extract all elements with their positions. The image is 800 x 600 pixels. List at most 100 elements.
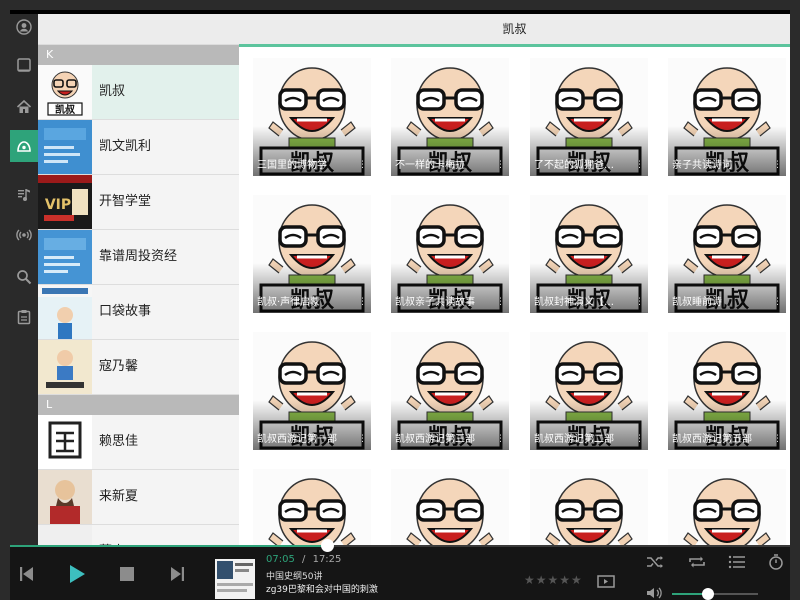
album-title: 凯叔西游记第五部	[672, 434, 752, 445]
album-title: 凯叔亲子共读故事	[395, 297, 475, 308]
artist-avatar	[38, 340, 92, 394]
album-card[interactable]: 凯叔凯叔·声律启蒙⋮	[253, 195, 371, 313]
artist-avatar: 凯叔	[38, 65, 92, 119]
clipboard-icon[interactable]	[10, 304, 38, 330]
more-icon[interactable]: ⋮	[635, 434, 644, 444]
more-icon[interactable]: ⋮	[635, 160, 644, 170]
more-icon[interactable]: ⋮	[773, 160, 782, 170]
album-card[interactable]: 凯叔	[391, 469, 509, 545]
artist-row[interactable]: 口袋故事	[38, 285, 239, 340]
album-title: 凯叔封神演义【…	[534, 297, 614, 308]
artist-avatar	[38, 120, 92, 174]
album-card[interactable]: 凯叔亲子共读诗词⋮	[668, 58, 786, 176]
skip-previous-icon[interactable]	[16, 563, 38, 585]
album-card[interactable]: 凯叔凯叔西游记第二部⋮	[530, 332, 648, 450]
album-card[interactable]: 凯叔凯叔西游记第一部⋮	[253, 332, 371, 450]
total-time: 17:25	[312, 554, 342, 565]
track-title: zg39巴黎和会对中国的刺激	[266, 585, 378, 595]
skip-next-icon[interactable]	[166, 563, 188, 585]
artist-avatar	[38, 525, 92, 545]
section-header-l: L	[38, 395, 239, 415]
artist-row[interactable]: 凯文凯利	[38, 120, 239, 175]
shuffle-icon[interactable]	[644, 553, 666, 571]
album-card[interactable]: 凯叔凯叔西游记第五部⋮	[668, 332, 786, 450]
artist-list-panel: K 凯叔 凯叔 凯文凯利 VIP 开智学堂 靠谱周投资经 口袋故事 寇乃馨 L …	[38, 14, 239, 545]
more-icon[interactable]: ⋮	[358, 434, 367, 444]
svg-text:VIP: VIP	[45, 197, 71, 213]
radio-icon[interactable]	[10, 130, 38, 162]
album-card[interactable]: 凯叔	[253, 469, 371, 545]
play-icon[interactable]	[64, 561, 90, 587]
more-icon[interactable]: ⋮	[358, 297, 367, 307]
progress-track[interactable]	[10, 545, 790, 547]
album-card[interactable]: 凯叔凯叔亲子共读故事⋮	[391, 195, 509, 313]
artist-avatar	[38, 470, 92, 524]
artist-row[interactable]: 靠谱周投资经	[38, 230, 239, 285]
volume-slider[interactable]	[672, 588, 758, 600]
player-bar: 07:05 / 17:25 中国史纲50讲 zg39巴黎和会对中国的刺激 ★★★…	[10, 539, 790, 600]
artist-avatar: VIP	[38, 175, 92, 229]
artist-name: 寇乃馨	[99, 359, 139, 374]
repeat-icon[interactable]	[686, 553, 708, 571]
more-icon[interactable]: ⋮	[496, 160, 505, 170]
album-title: 凯叔·声律启蒙	[257, 297, 321, 308]
artist-name: 蔡十五	[99, 525, 138, 545]
timer-icon[interactable]	[766, 552, 786, 572]
album-card[interactable]: 凯叔凯叔封神演义【…⋮	[530, 195, 648, 313]
artist-row[interactable]: 赖思佳	[38, 415, 239, 470]
playlist-icon[interactable]	[726, 553, 748, 571]
artist-avatar	[38, 285, 92, 339]
album-card[interactable]: 凯叔不一样的卡梅拉⋮	[391, 58, 509, 176]
progress-knob[interactable]	[320, 539, 334, 552]
album-card[interactable]: 凯叔三国里的博物学⋮	[253, 58, 371, 176]
current-time: 07:05	[266, 554, 295, 565]
artist-row[interactable]: VIP 开智学堂	[38, 175, 239, 230]
tablet-icon[interactable]	[10, 52, 38, 78]
artist-name: 靠谱周投资经	[99, 249, 178, 264]
app-frame: K 凯叔 凯叔 凯文凯利 VIP 开智学堂 靠谱周投资经 口袋故事 寇乃馨 L …	[10, 10, 790, 600]
rating-stars[interactable]: ★★★★★	[524, 573, 583, 587]
more-icon[interactable]: ⋮	[496, 434, 505, 444]
album-title: 凯叔睡前诗	[672, 297, 722, 308]
album-cover-image: 凯叔	[530, 469, 648, 545]
album-title: 亲子共读诗词	[672, 160, 732, 171]
artist-row[interactable]: 来新夏	[38, 470, 239, 525]
svg-text:凯叔: 凯叔	[55, 103, 76, 116]
artist-name: 赖思佳	[99, 434, 139, 449]
album-card[interactable]: 凯叔凯叔西游记第三部⋮	[391, 332, 509, 450]
track-album: 中国史纲50讲	[266, 572, 323, 582]
video-icon[interactable]	[596, 574, 616, 590]
search-icon[interactable]	[10, 264, 38, 290]
more-icon[interactable]: ⋮	[358, 160, 367, 170]
playback-time: 07:05 / 17:25	[266, 554, 341, 565]
stop-icon[interactable]	[117, 564, 137, 584]
album-title: 了不起的狐狸爸…	[534, 160, 614, 171]
album-card[interactable]: 凯叔	[668, 469, 786, 545]
home-icon[interactable]	[10, 94, 38, 120]
list-header	[38, 14, 239, 45]
nav-rail	[10, 14, 38, 545]
volume-icon[interactable]	[644, 585, 664, 600]
more-icon[interactable]: ⋮	[773, 297, 782, 307]
artist-row[interactable]: 蔡十五	[38, 525, 239, 545]
artist-name: 开智学堂	[99, 194, 152, 209]
more-icon[interactable]: ⋮	[496, 297, 505, 307]
more-icon[interactable]: ⋮	[773, 434, 782, 444]
album-card[interactable]: 凯叔	[530, 469, 648, 545]
volume-knob[interactable]	[702, 588, 715, 600]
album-card[interactable]: 凯叔了不起的狐狸爸…⋮	[530, 58, 648, 176]
more-icon[interactable]: ⋮	[635, 297, 644, 307]
section-header-k: K	[38, 45, 239, 65]
broadcast-icon[interactable]	[10, 222, 38, 248]
album-title: 凯叔西游记第三部	[395, 434, 475, 445]
music-note-icon[interactable]	[10, 182, 38, 208]
album-title: 三国里的博物学	[257, 160, 327, 171]
now-playing-cover[interactable]	[215, 559, 255, 599]
artist-row[interactable]: 寇乃馨	[38, 340, 239, 395]
time-separator: /	[302, 554, 306, 565]
artist-row-kaishu[interactable]: 凯叔 凯叔	[38, 65, 239, 120]
album-cover-image: 凯叔	[668, 469, 786, 545]
album-panel: 凯叔 凯叔三国里的博物学⋮凯叔不一样的卡梅拉⋮凯叔了不起的狐狸爸…⋮凯叔亲子共读…	[239, 14, 790, 545]
user-icon[interactable]	[10, 14, 38, 40]
album-card[interactable]: 凯叔凯叔睡前诗⋮	[668, 195, 786, 313]
